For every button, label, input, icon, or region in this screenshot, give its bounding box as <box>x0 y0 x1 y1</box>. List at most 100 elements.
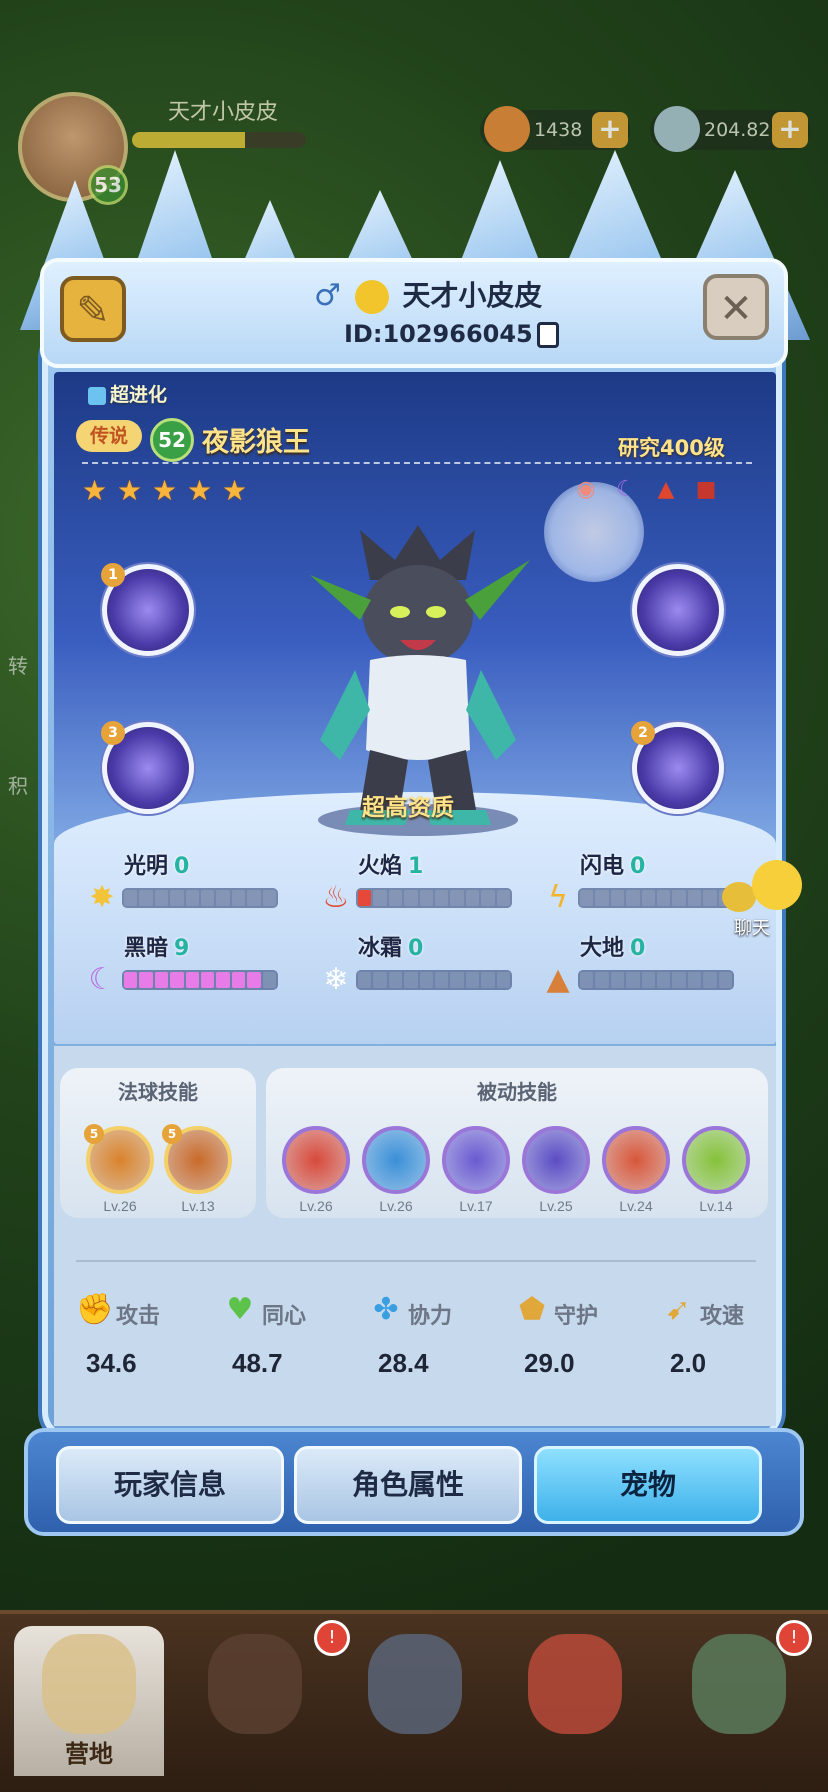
fish-count: 1438 <box>534 119 583 141</box>
notification-bell-icon: ! <box>314 1620 350 1656</box>
rank-star-icon: ★ <box>152 474 178 507</box>
rarity-badge: 传说 <box>76 420 142 452</box>
moon-icon[interactable]: ☾ <box>610 474 642 506</box>
evolution-check-icon <box>88 386 106 405</box>
profile-name: 天才小皮皮 <box>402 279 543 312</box>
pig-icon[interactable]: ◉ <box>570 474 602 506</box>
flame-icon[interactable]: ▲ <box>650 474 682 506</box>
cooperation-icon: ✤ <box>373 1292 399 1327</box>
element-label: 光明 0 <box>124 854 190 879</box>
header-divider <box>82 462 752 464</box>
skills-divider <box>76 1260 756 1262</box>
rank-star-icon: ★ <box>187 474 213 507</box>
element-label: 黑暗 9 <box>124 936 190 961</box>
orb-skills-title: 法球技能 <box>118 1080 198 1104</box>
chat-button[interactable]: 聊天 <box>722 860 806 940</box>
stat-fist: ✊ 攻击 34.6 <box>76 1292 161 1378</box>
stat-shield: ⬟ 守护 29.0 <box>514 1292 644 1378</box>
moon-icon: ☾ <box>88 962 116 997</box>
element-progress-bar <box>356 888 512 908</box>
evolution-label: 超进化 <box>88 380 167 407</box>
snowflake-icon: ❄ <box>323 962 349 997</box>
nav-pet[interactable] <box>500 1626 650 1776</box>
pet-name: 夜影狼王 <box>202 427 310 458</box>
passive-skill-icon[interactable]: Lv.25 <box>522 1126 590 1214</box>
hero-icon <box>208 1634 302 1734</box>
heart-icon: ♥ <box>226 1292 254 1327</box>
side-hint-1: 转 <box>8 654 28 678</box>
profile-id-row: ID:102966045 <box>344 320 559 348</box>
close-icon: ✕ <box>719 286 753 332</box>
camp-icon <box>42 1634 136 1734</box>
shield-icon: ⬟ <box>518 1292 546 1327</box>
sword-shield-icon <box>368 1634 462 1734</box>
passive-skills-title: 被动技能 <box>477 1080 557 1104</box>
element-progress-bar <box>122 970 278 990</box>
quality-label: 超高资质 <box>362 795 454 821</box>
shell-icon <box>654 106 700 152</box>
edit-button[interactable]: ✎ <box>60 276 126 342</box>
earth-icon: ▲ <box>546 962 570 997</box>
sun-icon: ✸ <box>89 880 115 915</box>
pet-skill-slot-4[interactable] <box>632 564 724 656</box>
copy-icon[interactable] <box>536 322 559 348</box>
resource-shell: 204.82M + <box>650 106 810 152</box>
tab-player-info[interactable]: 玩家信息 <box>56 1446 284 1524</box>
stat-heart: ♥ 同心 48.7 <box>222 1292 352 1378</box>
emoji-avatar-icon <box>354 280 389 314</box>
element-label: 火焰 1 <box>358 854 424 879</box>
rank-star-icon: ★ <box>117 474 143 507</box>
nav-hero[interactable] <box>180 1626 330 1776</box>
research-level: 研究400级 <box>618 436 725 460</box>
close-button[interactable]: ✕ <box>703 274 769 340</box>
add-fish-button[interactable]: + <box>592 112 628 148</box>
rank-star-icon: ★ <box>222 474 248 507</box>
notification-bell-icon: ! <box>776 1620 812 1656</box>
speed-icon: ➹ <box>665 1292 691 1327</box>
tab-pet[interactable]: 宠物 <box>534 1446 762 1524</box>
xp-bar <box>132 132 306 148</box>
tab-character-attributes[interactable]: 角色属性 <box>294 1446 522 1524</box>
chat-label: 聊天 <box>734 918 770 939</box>
pet-skill-slot-1[interactable]: 1 <box>101 563 194 656</box>
lightning-icon: ϟ <box>548 880 568 915</box>
passive-skill-icon[interactable]: Lv.26 <box>362 1126 430 1214</box>
resource-fish: 1438 + <box>480 106 630 152</box>
fish-icon <box>484 106 530 152</box>
chat-smile-icon <box>752 860 802 910</box>
pet-skill-slot-2[interactable]: 2 <box>631 721 724 814</box>
panel-tabs: 玩家信息 角色属性 宠物 <box>24 1428 804 1536</box>
player-name: 天才小皮皮 <box>168 100 279 125</box>
element-progress-bar <box>122 888 278 908</box>
stat-speed: ➹ 攻速 2.0 <box>660 1292 790 1378</box>
pencil-icon: ✎ <box>76 288 110 334</box>
element-label: 闪电 0 <box>580 854 646 879</box>
passive-skill-icon[interactable]: Lv.14 <box>682 1126 750 1214</box>
rank-star-icon: ★ <box>82 474 108 507</box>
skills-section: 法球技能 被动技能 Lv.26 5 Lv.13 5 Lv.26 Lv.26 Lv.17 Lv.… <box>54 1046 776 1426</box>
male-icon: ♂ <box>314 278 341 313</box>
orb-skill-icon[interactable]: Lv.26 5 <box>84 1124 154 1214</box>
orb-skill-icon[interactable]: Lv.13 5 <box>162 1124 232 1214</box>
passive-skill-icon[interactable]: Lv.26 <box>282 1126 350 1214</box>
bottom-nav: 营地 ! ! <box>0 1610 828 1792</box>
guild-icon <box>692 1634 786 1734</box>
chat-bubble-icon <box>722 882 756 912</box>
pet-level-badge: 52 <box>150 418 194 462</box>
scroll-icon[interactable]: ■ <box>690 474 722 506</box>
element-progress-bar <box>356 970 512 990</box>
element-progress-bar <box>578 970 734 990</box>
add-shell-button[interactable]: + <box>772 112 808 148</box>
pet-skill-slot-3[interactable]: 3 <box>101 721 194 814</box>
side-hint-2: 积 <box>8 774 28 798</box>
passive-skill-icon[interactable]: Lv.17 <box>442 1126 510 1214</box>
element-label: 大地 0 <box>580 936 646 961</box>
passive-skill-icon[interactable]: Lv.24 <box>602 1126 670 1214</box>
stat-cooperation: ✤ 协力 28.4 <box>368 1292 498 1378</box>
nav-battle[interactable] <box>340 1626 490 1776</box>
element-label: 冰霜 0 <box>358 936 424 961</box>
profile-name-row: ♂ 天才小皮皮 <box>314 274 542 314</box>
element-progress-bar <box>578 888 734 908</box>
profile-id: ID:102966045 <box>344 320 533 348</box>
nav-camp[interactable]: 营地 <box>14 1626 164 1776</box>
